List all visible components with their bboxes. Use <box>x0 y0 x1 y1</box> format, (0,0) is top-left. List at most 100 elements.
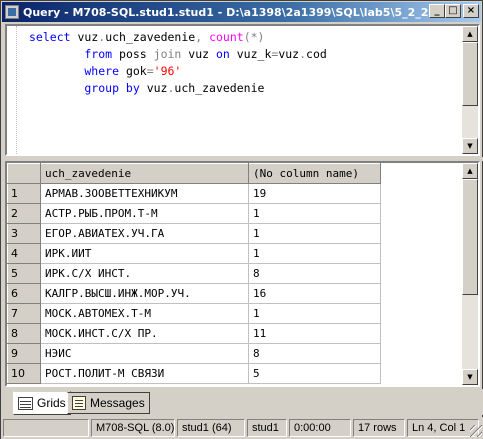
status-server: M708-SQL (8.0) <box>91 419 175 437</box>
tab-messages[interactable]: Messages <box>67 392 150 414</box>
close-button[interactable]: × <box>463 4 479 18</box>
cell-uch-zavedenie[interactable]: МОСК.ИНСТ.С/Х ПР. <box>40 323 249 344</box>
code-token: vuz <box>146 81 168 95</box>
code-token: . <box>299 47 307 61</box>
scroll-down-arrow-icon[interactable]: ▼ <box>462 138 478 154</box>
code-token: uch_zavedenie <box>174 81 265 95</box>
code-token: on <box>215 47 237 61</box>
cell-uch-zavedenie[interactable]: НЭИС <box>40 343 249 364</box>
cell-uch-zavedenie[interactable]: АРМАВ.ЗООВЕТТЕХНИКУМ <box>40 183 249 204</box>
window-title: Query - M708-SQL.stud1.stud1 - D:\a1398\… <box>23 5 443 19</box>
minimize-button[interactable]: _ <box>429 4 445 18</box>
query-window: Query - M708-SQL.stud1.stud1 - D:\a1398\… <box>0 0 483 439</box>
grid-scroll-thumb[interactable] <box>462 179 478 295</box>
row-number[interactable]: 10 <box>7 363 41 384</box>
code-token: poss <box>119 47 154 61</box>
grid-scroll-up-arrow-icon[interactable]: ▲ <box>462 163 478 179</box>
editor-scroll-thumb[interactable] <box>462 42 478 106</box>
scroll-up-arrow-icon[interactable]: ▲ <box>462 26 478 42</box>
cell-count[interactable]: 11 <box>248 323 381 344</box>
column-header-count[interactable]: (No column name) <box>248 163 381 184</box>
row-number[interactable]: 8 <box>7 323 41 344</box>
query-window-icon[interactable] <box>5 5 19 19</box>
maximize-button[interactable]: □ <box>445 4 461 18</box>
table-row[interactable]: 2 АСТР.РЫБ.ПРОМ.Т-М 1 <box>7 203 381 224</box>
cell-count[interactable]: 1 <box>248 243 381 264</box>
row-number[interactable]: 6 <box>7 283 41 304</box>
code-line[interactable]: from poss join vuz on vuz_k=vuz.cod <box>29 46 327 63</box>
grid-scroll-down-arrow-icon[interactable]: ▼ <box>462 369 478 385</box>
cell-uch-zavedenie[interactable]: МОСК.АВТОМЕХ.Т-М <box>40 303 249 324</box>
row-number[interactable]: 1 <box>7 183 41 204</box>
code-token: vuz <box>278 47 300 61</box>
code-token: where <box>29 64 126 78</box>
table-row[interactable]: 1 АРМАВ.ЗООВЕТТЕХНИКУМ 19 <box>7 183 381 204</box>
code-token: count <box>209 30 244 44</box>
cell-uch-zavedenie[interactable]: ЕГОР.АВИАТЕХ.УЧ.ГА <box>40 223 249 244</box>
code-token: vuz <box>188 47 216 61</box>
table-row[interactable]: 8 МОСК.ИНСТ.С/Х ПР. 11 <box>7 323 381 344</box>
code-token: group by <box>29 81 147 95</box>
cell-count[interactable]: 8 <box>248 343 381 364</box>
code-token: from <box>29 47 120 61</box>
editor-vertical-scrollbar[interactable]: ▲ ▼ <box>462 26 478 154</box>
cell-uch-zavedenie[interactable]: ИРК.С/Х ИНСТ. <box>40 263 249 284</box>
cell-uch-zavedenie[interactable]: КАЛГР.ВЫСШ.ИНЖ.МОР.УЧ. <box>40 283 249 304</box>
sql-editor[interactable]: select vuz.uch_zavedenie, count(*) from … <box>5 24 480 156</box>
result-tabs: Grids Messages <box>1 389 483 415</box>
status-rows: 17 rows <box>353 419 405 437</box>
cell-count[interactable]: 5 <box>248 363 381 384</box>
row-number[interactable]: 5 <box>7 263 41 284</box>
sql-code[interactable]: select vuz.uch_zavedenie, count(*) from … <box>29 29 327 97</box>
code-token: = <box>146 64 154 78</box>
code-token: '96' <box>153 64 182 78</box>
messages-icon <box>72 396 86 410</box>
table-row[interactable]: 3 ЕГОР.АВИАТЕХ.УЧ.ГА 1 <box>7 223 381 244</box>
code-line[interactable]: group by vuz.uch_zavedenie <box>29 80 327 97</box>
grid-icon <box>18 396 33 410</box>
status-connection: stud1 (64) <box>177 419 245 437</box>
column-header-uch-zavedenie[interactable]: uch_zavedenie <box>40 163 249 184</box>
grid-corner[interactable] <box>7 163 41 184</box>
table-row[interactable]: 4 ИРК.ИИТ 1 <box>7 243 381 264</box>
results-grid[interactable]: uch_zavedenie (No column name) 1 АРМАВ.ЗО… <box>5 161 480 387</box>
title-bar[interactable]: Query - M708-SQL.stud1.stud1 - D:\a1398\… <box>2 2 481 22</box>
code-token: vuz_k <box>236 47 272 61</box>
code-token: cod <box>306 47 327 61</box>
row-number[interactable]: 9 <box>7 343 41 364</box>
cell-count[interactable]: 16 <box>248 283 381 304</box>
code-token: join <box>153 47 189 61</box>
table-row[interactable]: 6 КАЛГР.ВЫСШ.ИНЖ.МОР.УЧ. 16 <box>7 283 381 304</box>
grid-vertical-scrollbar[interactable]: ▲ ▼ <box>462 163 478 385</box>
resize-grip[interactable] <box>470 425 482 437</box>
row-number[interactable]: 4 <box>7 243 41 264</box>
tab-grids[interactable]: Grids <box>13 391 71 415</box>
status-position: Ln 4, Col 1 <box>407 419 479 437</box>
code-line[interactable]: select vuz.uch_zavedenie, count(*) <box>29 29 327 46</box>
grid-header-row: uch_zavedenie (No column name) <box>7 163 381 184</box>
cell-count[interactable]: 8 <box>248 263 381 284</box>
code-token: uch_zavedenie <box>105 30 196 44</box>
cell-count[interactable]: 19 <box>248 183 381 204</box>
table-row[interactable]: 9 НЭИС 8 <box>7 343 381 364</box>
code-token: select <box>29 30 78 44</box>
table-row[interactable]: 10 РОСТ.ПОЛИТ-М СВЯЗИ 5 <box>7 363 381 384</box>
row-number[interactable]: 7 <box>7 303 41 324</box>
cell-count[interactable]: 1 <box>248 223 381 244</box>
cell-uch-zavedenie[interactable]: ИРК.ИИТ <box>40 243 249 264</box>
cell-count[interactable]: 1 <box>248 303 381 324</box>
cell-uch-zavedenie[interactable]: РОСТ.ПОЛИТ-М СВЯЗИ <box>40 363 249 384</box>
row-number[interactable]: 2 <box>7 203 41 224</box>
cell-count[interactable]: 1 <box>248 203 381 224</box>
code-token: (*) <box>243 30 265 44</box>
code-token: gok <box>125 64 147 78</box>
tab-messages-label: Messages <box>90 396 145 410</box>
cell-uch-zavedenie[interactable]: АСТР.РЫБ.ПРОМ.Т-М <box>40 203 249 224</box>
code-line[interactable]: where gok='96' <box>29 63 327 80</box>
row-number[interactable]: 3 <box>7 223 41 244</box>
table-row[interactable]: 5 ИРК.С/Х ИНСТ. 8 <box>7 263 381 284</box>
status-elapsed: 0:00:00 <box>289 419 351 437</box>
code-token: vuz <box>77 30 99 44</box>
status-blank <box>3 419 89 437</box>
table-row[interactable]: 7 МОСК.АВТОМЕХ.Т-М 1 <box>7 303 381 324</box>
